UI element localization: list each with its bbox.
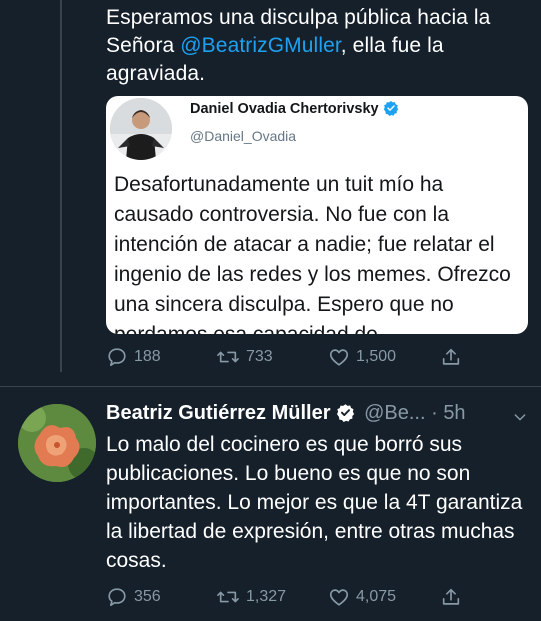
quoted-tweet-text: Desafortunadamente un tuit mío ha causad… [114,173,511,334]
timestamp[interactable]: 5h [443,402,465,424]
quoted-author-name[interactable]: Daniel Ovadia Chertorivsky [190,101,379,117]
like-count: 4,075 [356,588,397,605]
tweet-actions: 356 1,327 4,075 [106,583,536,613]
reply-count: 356 [134,588,161,605]
mention-link[interactable]: @BeatrizGMuller [180,34,341,57]
reply-icon [106,586,128,608]
retweet-count: 733 [246,348,273,365]
tweet-text: Esperamos una disculpa pública hacia la … [106,4,536,88]
retweet-count: 1,327 [246,588,287,605]
verified-icon [336,403,355,428]
reply-button[interactable]: 356 [106,583,161,611]
like-button[interactable]: 4,075 [328,583,396,611]
reply-button[interactable]: 188 [106,343,161,371]
share-button[interactable] [440,343,462,371]
chevron-down-icon[interactable] [512,408,528,431]
share-button[interactable] [440,583,462,611]
quoted-tweet-card[interactable]: Daniel Ovadia Chertorivsky @Daniel_Ovadi… [106,96,528,334]
author-handle[interactable]: @Be... [364,402,425,424]
quoted-author-handle: @Daniel_Ovadia [190,128,297,144]
retweet-button[interactable]: 733 [216,343,273,371]
separator-dot: · [431,402,438,424]
tweet-actions: 188 733 1,500 [106,343,536,373]
verified-icon [383,100,399,121]
like-icon [328,586,350,608]
quoted-tweet-header: Daniel Ovadia Chertorivsky [190,100,399,121]
thread-line [60,0,62,372]
reply-count: 188 [134,348,161,365]
retweet-button[interactable]: 1,327 [216,583,286,611]
like-button[interactable]: 1,500 [328,343,396,371]
reply-icon [106,346,128,368]
tweet-divider [0,386,541,387]
share-icon [440,586,462,608]
tweet-text: Lo malo del cocinero es que borró sus pu… [106,433,523,572]
share-icon [440,346,462,368]
avatar[interactable] [18,404,96,482]
retweet-icon [216,586,240,608]
tweet-header: Beatriz Gutiérrez Müller @Be... · 5h [106,402,536,428]
author-name[interactable]: Beatriz Gutiérrez Müller [106,402,331,424]
avatar[interactable] [110,98,172,160]
like-count: 1,500 [356,348,397,365]
retweet-icon [216,346,240,368]
like-icon [328,346,350,368]
